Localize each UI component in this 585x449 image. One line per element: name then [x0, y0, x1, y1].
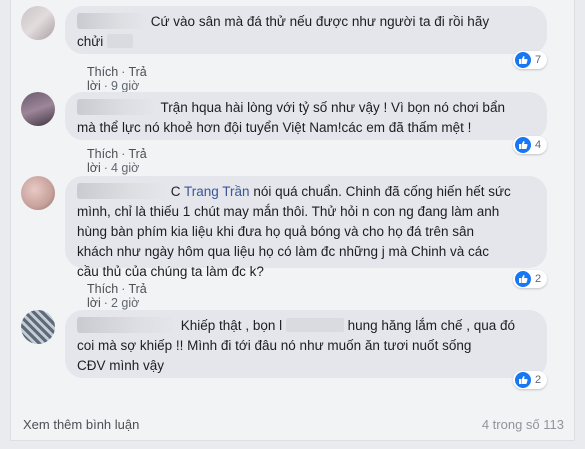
tagged-user-link[interactable]: Trang Trần — [184, 184, 250, 199]
reaction-count: 7 — [535, 54, 542, 66]
timestamp[interactable]: 2 giờ — [111, 296, 139, 310]
like-icon — [515, 52, 531, 68]
comment-bubble: Cứ vào sân mà đá thử nếu được như người … — [65, 6, 547, 54]
comment-text-line: chửi — [77, 34, 104, 49]
comment-text: Trận hqua hài lòng với tỷ số như vậy ! V… — [160, 100, 505, 115]
comment-bubble: Trận hqua hài lòng với tỷ số như vậy ! V… — [65, 92, 547, 140]
reaction-count: 2 — [535, 273, 542, 285]
like-icon — [515, 137, 531, 153]
blurred-author-name[interactable] — [77, 317, 177, 333]
like-icon — [515, 271, 531, 287]
reaction-summary[interactable]: 2 — [513, 371, 548, 389]
blurred-text — [107, 34, 134, 48]
comment-text-line: coi mà sợ khiếp !! Mình đi tới đâu nó nh… — [77, 338, 472, 353]
comment-text: Cứ vào sân mà đá thử nếu được như người … — [150, 14, 490, 29]
blurred-text — [285, 318, 344, 332]
reaction-count: 2 — [535, 374, 542, 386]
timestamp[interactable]: 4 giờ — [111, 161, 139, 175]
comment-actions: Thích · Trả lời · 2 giờ — [87, 282, 147, 310]
avatar[interactable] — [21, 176, 55, 210]
comment-text-line: khách như ngày hôm qua liệu họ có làm đc… — [77, 244, 490, 259]
blurred-author-name[interactable] — [77, 183, 167, 199]
avatar[interactable] — [21, 310, 55, 344]
avatar[interactable] — [21, 92, 55, 126]
view-more-comments-link[interactable]: Xem thêm bình luận — [23, 417, 139, 432]
reaction-summary[interactable]: 4 — [513, 136, 548, 154]
comment-text: hung hăng lắm chế , qua đó — [347, 318, 516, 333]
like-link[interactable]: Thích — [87, 65, 118, 79]
blurred-author-name[interactable] — [77, 99, 157, 115]
blurred-author-name[interactable] — [77, 13, 147, 29]
comment-bubble: Khiếp thật , bọn l hung hăng lắm chế , q… — [65, 310, 547, 378]
comment-actions: Thích · Trả lời · 9 giờ — [87, 65, 147, 93]
comment-text-prefix: C — [170, 184, 181, 199]
reaction-summary[interactable]: 7 — [513, 51, 548, 69]
comment-text-line: CĐV mình vậy — [77, 358, 165, 373]
avatar[interactable] — [21, 6, 55, 40]
comment-bubble: C Trang Trần nói quá chuẩn. Chinh đã cốn… — [65, 176, 547, 279]
like-icon — [515, 372, 531, 388]
comment-text-line: hùng bàn phím kia liệu khi đưa họ quả bó… — [77, 224, 475, 239]
reaction-count: 4 — [535, 139, 542, 151]
like-link[interactable]: Thích — [87, 282, 118, 296]
comment-text: Khiếp thật , bọn l — [180, 318, 283, 333]
comment-text: nói quá chuẩn. Chinh đã cống hiến hết sứ… — [253, 184, 511, 199]
like-link[interactable]: Thích — [87, 147, 118, 161]
reaction-summary[interactable]: 2 — [513, 270, 548, 288]
comments-panel: Cứ vào sân mà đá thử nếu được như người … — [10, 0, 575, 441]
comment-text-line: mình, chỉ là thiếu 1 chút may mắn thôi. … — [77, 204, 500, 219]
comment-actions: Thích · Trả lời · 4 giờ — [87, 147, 147, 175]
comment-count: 4 trong số 113 — [481, 417, 564, 432]
timestamp[interactable]: 9 giờ — [111, 79, 139, 93]
comment-text-line: cầu thủ của chúng ta làm đc k? — [77, 264, 264, 279]
comment-text-line: mà thể lực nó khoẻ hơn đội tuyển Việt Na… — [77, 120, 472, 135]
